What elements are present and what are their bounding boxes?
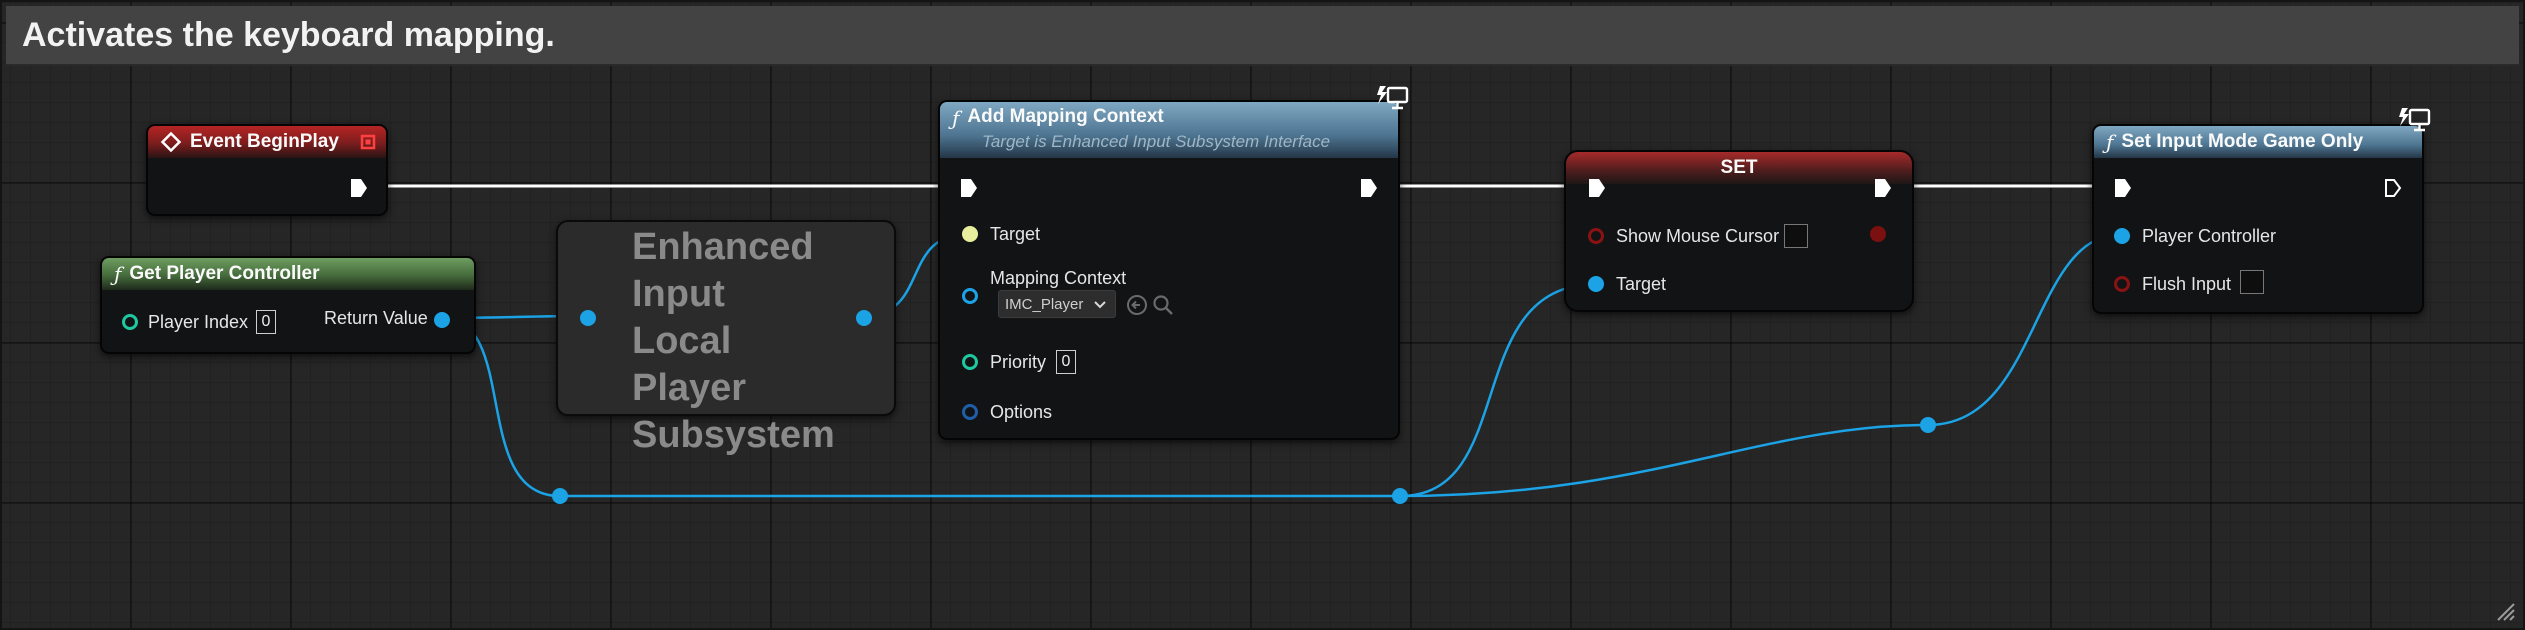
show-mouse-cursor-label: Show Mouse Cursor [1616,226,1780,246]
show-mouse-cursor-out-pin[interactable] [1870,226,1886,242]
set-variable-node[interactable]: SET Show Mouse Cursor Target [1564,150,1914,312]
add-mapping-context-node[interactable]: ƒ Add Mapping Context Target is Enhanced… [938,100,1400,440]
function-icon: ƒ [2106,130,2114,154]
flush-input-pin[interactable] [2114,276,2130,292]
exec-in-pin[interactable] [1588,178,1606,198]
browse-asset-search-icon[interactable] [1152,294,1174,316]
reroute-node-2[interactable] [1392,488,1408,504]
monitor-icon [1377,86,1409,110]
get-player-controller-node[interactable]: ƒ Get Player Controller Player Index 0 R… [100,256,476,354]
mapping-context-label: Mapping Context [990,268,1127,288]
subsystem-in-pin[interactable] [580,310,596,326]
event-beginplay-title: Event BeginPlay [190,131,339,152]
monitor-icon [2399,108,2431,132]
player-controller-label: Player Controller [2142,226,2277,246]
exec-out-pin[interactable] [1360,178,1378,198]
subsystem-out-pin[interactable] [856,310,872,326]
exec-in-pin[interactable] [2114,178,2132,198]
reroute-node-3[interactable] [1920,417,1936,433]
event-delegate-pin-icon[interactable] [360,134,376,150]
exec-in-pin[interactable] [960,178,978,198]
mapping-context-pin[interactable] [962,288,978,304]
return-value-pin[interactable] [434,312,450,328]
player-index-input[interactable]: 0 [256,310,276,334]
show-mouse-cursor-in-pin[interactable] [1588,228,1604,244]
set-target-label: Target [1616,274,1667,294]
set-variable-header[interactable]: SET [1566,152,1912,184]
add-mapping-context-subtitle: Target is Enhanced Input Subsystem Inter… [982,132,1331,151]
chevron-down-icon [1094,301,1106,309]
add-mapping-context-header[interactable]: ƒ Add Mapping Context Target is Enhanced… [940,102,1398,158]
flush-input-label: Flush Input [2142,274,2232,294]
exec-out-pin[interactable] [2384,178,2402,198]
return-value-label: Return Value [324,308,428,328]
event-beginplay-header[interactable]: Event BeginPlay [148,126,386,158]
priority-label: Priority [990,352,1047,372]
event-diamond-icon [160,131,182,153]
event-beginplay-node[interactable]: Event BeginPlay [146,124,388,216]
target-pin[interactable] [962,226,978,242]
set-input-mode-game-only-node[interactable]: ƒ Set Input Mode Game Only Player Contro… [2092,124,2424,314]
function-icon: ƒ [952,106,960,130]
player-index-pin[interactable] [122,314,138,330]
add-mapping-context-title: Add Mapping Context [967,106,1164,127]
exec-out-pin[interactable] [1874,178,1892,198]
wire-reroute2-to-set-target [1399,282,1598,498]
flush-input-checkbox[interactable] [2240,270,2264,294]
enhanced-input-subsystem-node[interactable]: Enhanced Input Local Player Subsystem [556,220,896,456]
comment-resize-grip-icon[interactable] [2494,600,2516,622]
wire-reroute2-to-reroute3 [1399,423,1929,498]
enhanced-input-subsystem-title: Enhanced Input Local Player Subsystem [632,226,835,456]
use-selected-asset-icon[interactable] [1126,294,1148,316]
priority-pin[interactable] [962,354,978,370]
set-input-mode-header[interactable]: ƒ Set Input Mode Game Only [2094,126,2422,158]
options-label: Options [990,402,1053,422]
reroute-node-1[interactable] [552,488,568,504]
show-mouse-cursor-checkbox[interactable] [1784,224,1808,248]
set-variable-title: SET [1720,157,1758,178]
options-pin[interactable] [962,404,978,420]
function-icon: ƒ [114,262,122,286]
player-controller-pin[interactable] [2114,228,2130,244]
target-label: Target [990,224,1041,244]
set-input-mode-title: Set Input Mode Game Only [2121,131,2364,152]
set-target-pin[interactable] [1588,276,1604,292]
get-player-controller-title: Get Player Controller [129,263,320,284]
get-player-controller-header[interactable]: ƒ Get Player Controller [102,258,474,290]
priority-input[interactable]: 0 [1056,350,1076,374]
exec-out-pin[interactable] [350,178,368,198]
mapping-context-dropdown[interactable]: IMC_Player [998,290,1116,318]
player-index-label: Player Index [148,312,249,332]
mapping-context-value: IMC_Player [1005,295,1084,313]
